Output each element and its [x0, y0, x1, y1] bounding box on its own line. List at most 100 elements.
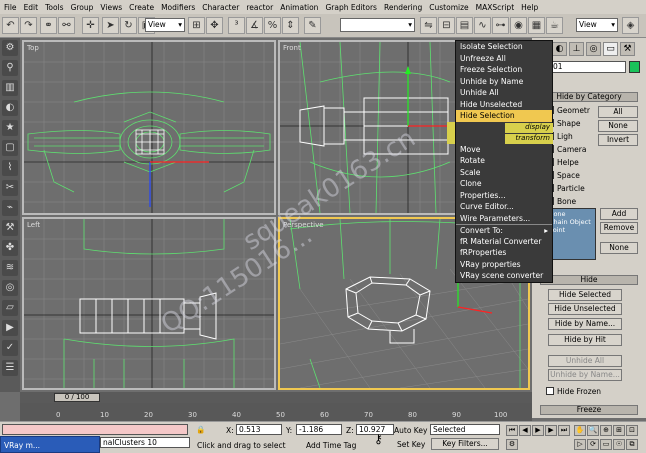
unhide-all-button[interactable]: Unhide All: [548, 355, 622, 367]
maxscript-mini-listener[interactable]: [2, 424, 188, 435]
time-config-icon[interactable]: ⚙: [506, 439, 518, 450]
quad-item-fr-properties[interactable]: fRProperties: [456, 247, 552, 259]
quad-item-move[interactable]: Move: [456, 144, 552, 156]
hierarchy-tab-icon[interactable]: ⊥: [569, 42, 584, 56]
render-icon[interactable]: ◈: [622, 17, 639, 34]
align-icon[interactable]: ⊟: [438, 17, 455, 34]
list-item[interactable]: Bone: [549, 210, 593, 218]
menu-rendering[interactable]: Rendering: [384, 3, 422, 12]
list-item[interactable]: Point: [549, 226, 593, 234]
rigid-body-icon[interactable]: ▥: [2, 80, 18, 96]
menu-animation[interactable]: Animation: [280, 3, 318, 12]
unlink-icon[interactable]: ⚯: [58, 17, 75, 34]
menu-edit[interactable]: Edit: [24, 3, 39, 12]
quad-item-scale[interactable]: Scale: [456, 167, 552, 179]
quad-item-unfreeze-all[interactable]: Unfreeze All: [456, 53, 552, 65]
object-color-swatch[interactable]: [629, 61, 640, 73]
viewport-top[interactable]: Top: [22, 40, 276, 215]
rollout-hide[interactable]: Hide: [540, 275, 638, 285]
x-coordinate-field[interactable]: 0.513: [236, 424, 282, 435]
rollout-freeze[interactable]: Freeze: [540, 405, 638, 415]
quick-render-icon[interactable]: ☕: [546, 17, 563, 34]
menu-modifiers[interactable]: Modifiers: [161, 3, 195, 12]
render-type-dropdown[interactable]: View: [576, 18, 618, 32]
reference-coord-dropdown[interactable]: View: [145, 18, 185, 32]
menu-maxscript[interactable]: MAXScript: [476, 3, 515, 12]
cloth-icon[interactable]: ◐: [2, 100, 18, 116]
water-icon[interactable]: ≋: [2, 260, 18, 276]
add-button[interactable]: Add: [600, 208, 638, 220]
category-list[interactable]: Bone Chain Object Point: [546, 208, 596, 260]
lock-selection-icon[interactable]: 🔒: [196, 425, 205, 434]
snap-3d-icon[interactable]: ³: [228, 17, 245, 34]
zoom-extents-all-icon[interactable]: ⊡: [626, 425, 638, 436]
list-item[interactable]: Chain Object: [549, 218, 593, 226]
menu-graph-editors[interactable]: Graph Editors: [325, 3, 377, 12]
pivot-icon[interactable]: ⊞: [188, 17, 205, 34]
layer-icon[interactable]: ▤: [456, 17, 473, 34]
quad-item-vray-scene-converter[interactable]: VRay scene converter: [456, 270, 552, 282]
properties-icon[interactable]: ☰: [2, 360, 18, 376]
checkbox-hide-frozen[interactable]: Hide Frozen: [546, 387, 601, 396]
key-icon[interactable]: ⚷: [374, 432, 383, 446]
quad-item-unhide-all[interactable]: Unhide All: [456, 87, 552, 99]
redo-icon[interactable]: ↷: [20, 17, 37, 34]
quad-item-unhide-by-name[interactable]: Unhide by Name: [456, 76, 552, 88]
quad-item-freeze-selection[interactable]: Freeze Selection: [456, 64, 552, 76]
motor-icon[interactable]: ◎: [2, 280, 18, 296]
preview-icon[interactable]: ▶: [2, 320, 18, 336]
plane-icon[interactable]: ▱: [2, 300, 18, 316]
spinner-snap-icon[interactable]: ⇕: [282, 17, 299, 34]
auto-key-button[interactable]: Auto Key: [394, 426, 427, 435]
add-time-tag[interactable]: Add Time Tag: [306, 441, 356, 450]
orbit-icon[interactable]: ⟳: [587, 439, 599, 450]
render-setup-icon[interactable]: ▦: [528, 17, 545, 34]
go-to-end-icon[interactable]: ⏭: [558, 425, 570, 436]
maximize-viewport-icon[interactable]: ⧉: [626, 439, 638, 450]
next-frame-icon[interactable]: ▶: [545, 425, 557, 436]
quad-item-vray-properties[interactable]: VRay properties: [456, 259, 552, 271]
mirror-icon[interactable]: ⇋: [420, 17, 437, 34]
quad-item-curve-editor[interactable]: Curve Editor...: [456, 201, 552, 213]
quad-item-wire-parameters[interactable]: Wire Parameters...: [456, 213, 552, 225]
percent-snap-icon[interactable]: %: [264, 17, 281, 34]
time-slider[interactable]: 0 / 100: [20, 392, 532, 403]
quad-item-convert-to[interactable]: Convert To: ▸: [456, 224, 552, 236]
quad-item-fr-material-converter[interactable]: fR Material Converter: [456, 236, 552, 248]
hide-by-name-button[interactable]: Hide by Name...: [548, 318, 622, 330]
rope-icon[interactable]: ✂: [2, 180, 18, 196]
select-manipulate-icon[interactable]: ✥: [206, 17, 223, 34]
play-icon[interactable]: ▶: [532, 425, 544, 436]
spring-icon[interactable]: ⌇: [2, 160, 18, 176]
menu-create[interactable]: Create: [129, 3, 154, 12]
toy-car-icon[interactable]: ⚒: [2, 220, 18, 236]
fracture-icon[interactable]: ✤: [2, 240, 18, 256]
menu-group[interactable]: Group: [71, 3, 94, 12]
collection-icon[interactable]: ▢: [2, 140, 18, 156]
zoom-extents-icon[interactable]: ⊞: [613, 425, 625, 436]
none-list-button[interactable]: None: [600, 242, 638, 254]
menu-file[interactable]: File: [4, 3, 17, 12]
modify-tab-icon[interactable]: ◐: [552, 42, 567, 56]
zoom-icon[interactable]: 🔍: [587, 425, 599, 436]
remove-button[interactable]: Remove: [600, 222, 638, 234]
go-to-start-icon[interactable]: ⏮: [506, 425, 518, 436]
menu-customize[interactable]: Customize: [429, 3, 468, 12]
all-button[interactable]: All: [598, 106, 638, 118]
y-coordinate-field[interactable]: -1.186: [296, 424, 342, 435]
analyze-icon[interactable]: ✓: [2, 340, 18, 356]
quad-item-clone[interactable]: Clone: [456, 178, 552, 190]
unhide-by-name-button[interactable]: Unhide by Name...: [548, 369, 622, 381]
utilities-tab-icon[interactable]: ⚒: [620, 42, 635, 56]
wind-icon[interactable]: ⌁: [2, 200, 18, 216]
angle-snap-icon[interactable]: ∡: [246, 17, 263, 34]
hide-selected-button[interactable]: Hide Selected: [548, 289, 622, 301]
curve-editor-icon[interactable]: ∿: [474, 17, 491, 34]
quad-item-properties[interactable]: Properties...: [456, 190, 552, 202]
material-editor-icon[interactable]: ◉: [510, 17, 527, 34]
named-selection-dropdown[interactable]: [340, 18, 415, 32]
pan-icon[interactable]: ✋: [574, 425, 586, 436]
constraint-icon[interactable]: ⚲: [2, 60, 18, 76]
reactor-icon[interactable]: ⚙: [2, 40, 18, 56]
menu-views[interactable]: Views: [100, 3, 122, 12]
